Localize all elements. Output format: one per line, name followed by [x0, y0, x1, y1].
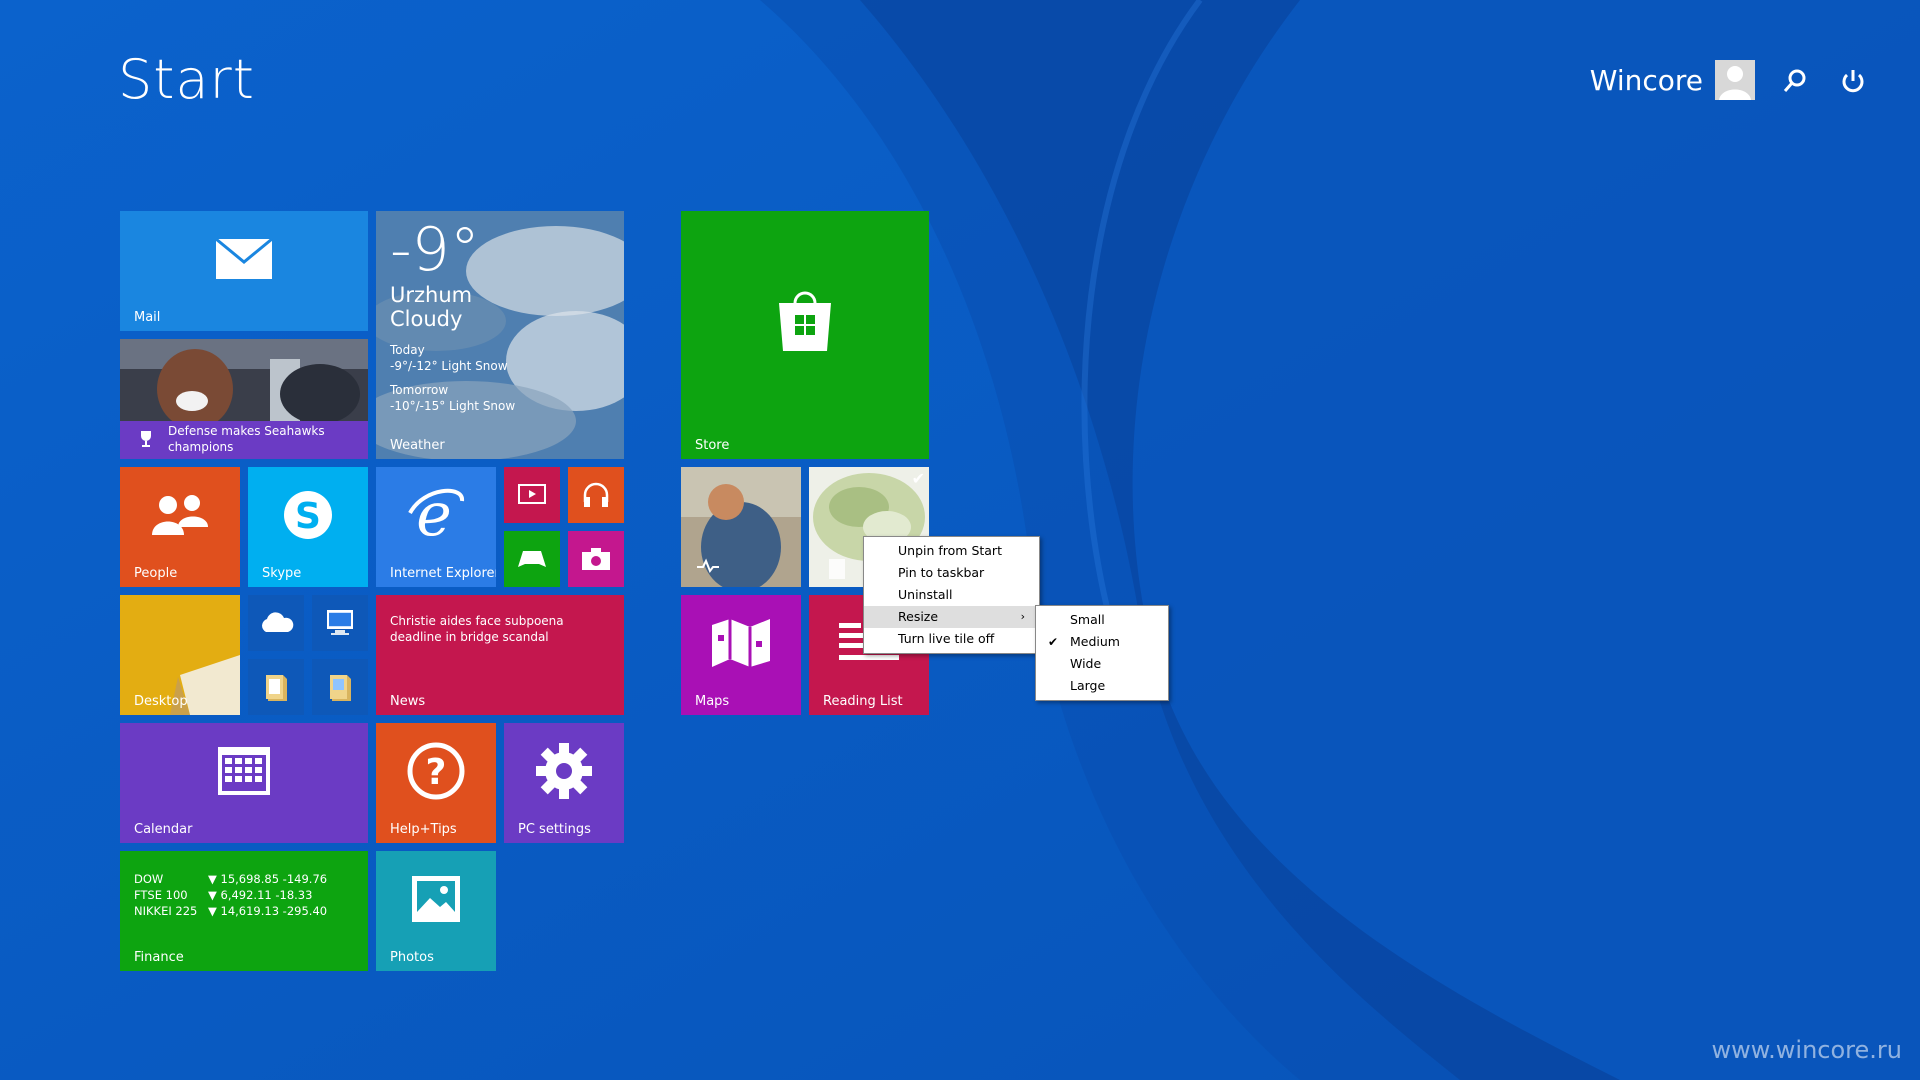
menu-item-uninstall[interactable]: Uninstall	[864, 584, 1039, 606]
news-headline: Christie aides face subpoena deadline in…	[390, 614, 564, 644]
tile-onedrive[interactable]	[248, 595, 304, 651]
tile-health-fitness[interactable]	[681, 467, 801, 587]
gear-icon	[504, 723, 624, 818]
finance-row: NIKKEI 225 ▼ 14,619.13 -295.40	[134, 904, 328, 918]
tile-pictures[interactable]	[312, 659, 368, 715]
tile-label: Help+Tips	[390, 822, 457, 837]
tile-label: Reading List	[823, 694, 903, 709]
tile-skype[interactable]: S Skype	[248, 467, 368, 587]
calendar-icon	[120, 723, 368, 818]
tile-maps[interactable]: Maps	[681, 595, 801, 715]
tile-people[interactable]: People	[120, 467, 240, 587]
people-headline: Defense makes Seahawks champions	[168, 424, 325, 454]
user-name: Wincore	[1589, 63, 1703, 97]
tile-label: Skype	[262, 566, 302, 581]
tile-store[interactable]: Store	[681, 211, 929, 459]
tile-photos[interactable]: Photos	[376, 851, 496, 971]
tile-label: News	[390, 694, 426, 709]
weather-today-forecast: -9°/-12° Light Snow	[390, 359, 508, 373]
tile-weather[interactable]: -9° Urzhum Cloudy Today -9°/-12° Light S…	[376, 211, 624, 459]
computer-icon	[312, 595, 368, 651]
tile-pc-settings[interactable]: PC settings	[504, 723, 624, 843]
tile-label: Internet Explorer	[390, 566, 496, 581]
tile-label: Calendar	[134, 822, 193, 837]
tile-label: Desktop	[134, 694, 188, 709]
tile-context-menu: Unpin from Start Pin to taskbar Uninstal…	[863, 536, 1040, 654]
svg-text:?: ?	[426, 752, 447, 793]
finance-row: DOW ▼ 15,698.85 -149.76	[134, 872, 328, 886]
game-controller-icon	[504, 531, 560, 587]
weather-tomorrow-label: Tomorrow	[390, 383, 449, 397]
weather-condition: Cloudy	[390, 307, 463, 331]
resize-option-wide[interactable]: Wide	[1036, 653, 1168, 675]
weather-temperature: -9°	[390, 215, 480, 285]
weather-today-label: Today	[390, 343, 425, 357]
tile-finance[interactable]: DOW ▼ 15,698.85 -149.76 FTSE 100 ▼ 6,492.1…	[120, 851, 368, 971]
folder-documents-icon	[248, 659, 304, 715]
user-account[interactable]: Wincore	[1590, 60, 1755, 100]
tile-games[interactable]	[504, 531, 560, 587]
people-icon	[120, 467, 240, 562]
chevron-right-icon: ›	[1020, 610, 1025, 623]
resize-option-small[interactable]: Small	[1036, 609, 1168, 631]
video-icon	[504, 467, 560, 523]
tile-label: Weather	[390, 438, 445, 453]
headphones-icon	[568, 467, 624, 523]
tile-desktop[interactable]: Desktop	[120, 595, 240, 715]
maps-icon	[681, 595, 801, 690]
tile-label: Store	[695, 438, 730, 453]
store-bag-icon	[681, 211, 929, 431]
resize-option-medium[interactable]: ✔ Medium	[1036, 631, 1168, 653]
menu-item-unpin-from-start[interactable]: Unpin from Start	[864, 540, 1039, 562]
menu-item-pin-to-taskbar[interactable]: Pin to taskbar	[864, 562, 1039, 584]
tile-this-pc[interactable]	[312, 595, 368, 651]
trophy-icon	[136, 429, 156, 449]
tile-calendar[interactable]: Calendar	[120, 723, 368, 843]
finance-table: DOW ▼ 15,698.85 -149.76 FTSE 100 ▼ 6,492.1…	[134, 871, 327, 919]
checkmark-icon: ✔	[1048, 635, 1059, 649]
tile-label: Mail	[134, 310, 161, 325]
watermark: www.wincore.ru	[1711, 1036, 1902, 1064]
tile-documents[interactable]	[248, 659, 304, 715]
menu-item-turn-live-tile-off[interactable]: Turn live tile off	[864, 628, 1039, 650]
tile-music[interactable]	[568, 467, 624, 523]
menu-item-label: Resize	[898, 609, 939, 624]
skype-icon: S	[248, 467, 368, 562]
news-photo	[120, 339, 368, 421]
tile-label: People	[134, 566, 178, 581]
selected-check-icon: ✔	[911, 469, 925, 488]
user-avatar-icon	[1715, 60, 1755, 100]
power-icon[interactable]	[1837, 66, 1869, 98]
page-title: Start	[118, 48, 255, 111]
tile-mail[interactable]: Mail	[120, 211, 368, 331]
menu-item-resize[interactable]: Resize ›	[864, 606, 1039, 628]
tile-internet-explorer[interactable]: e Internet Explorer	[376, 467, 496, 587]
health-photo	[681, 467, 801, 587]
search-icon[interactable]	[1778, 66, 1810, 98]
folder-pictures-icon	[312, 659, 368, 715]
tile-label: Maps	[695, 694, 730, 709]
resize-submenu: Small ✔ Medium Wide Large	[1035, 605, 1169, 701]
internet-explorer-icon: e	[376, 467, 496, 562]
tile-label: Finance	[134, 950, 184, 965]
svg-text:S: S	[295, 496, 321, 537]
tile-news[interactable]: Christie aides face subpoena deadline in…	[376, 595, 624, 715]
tile-help-tips[interactable]: ? Help+Tips	[376, 723, 496, 843]
tile-video[interactable]	[504, 467, 560, 523]
resize-option-large[interactable]: Large	[1036, 675, 1168, 697]
tile-people-news[interactable]: Defense makes Seahawks champions	[120, 339, 368, 459]
camera-icon	[568, 531, 624, 587]
tile-camera[interactable]	[568, 531, 624, 587]
photos-icon	[376, 851, 496, 946]
weather-city: Urzhum	[390, 283, 473, 307]
mail-icon	[120, 211, 368, 306]
finance-row: FTSE 100 ▼ 6,492.11 -18.33	[134, 888, 313, 902]
onedrive-cloud-icon	[248, 595, 304, 651]
weather-tomorrow-forecast: -10°/-15° Light Snow	[390, 399, 516, 413]
menu-item-label: Medium	[1070, 634, 1120, 649]
help-question-icon: ?	[376, 723, 496, 818]
tile-label: PC settings	[518, 822, 591, 837]
tile-label: Photos	[390, 950, 434, 965]
